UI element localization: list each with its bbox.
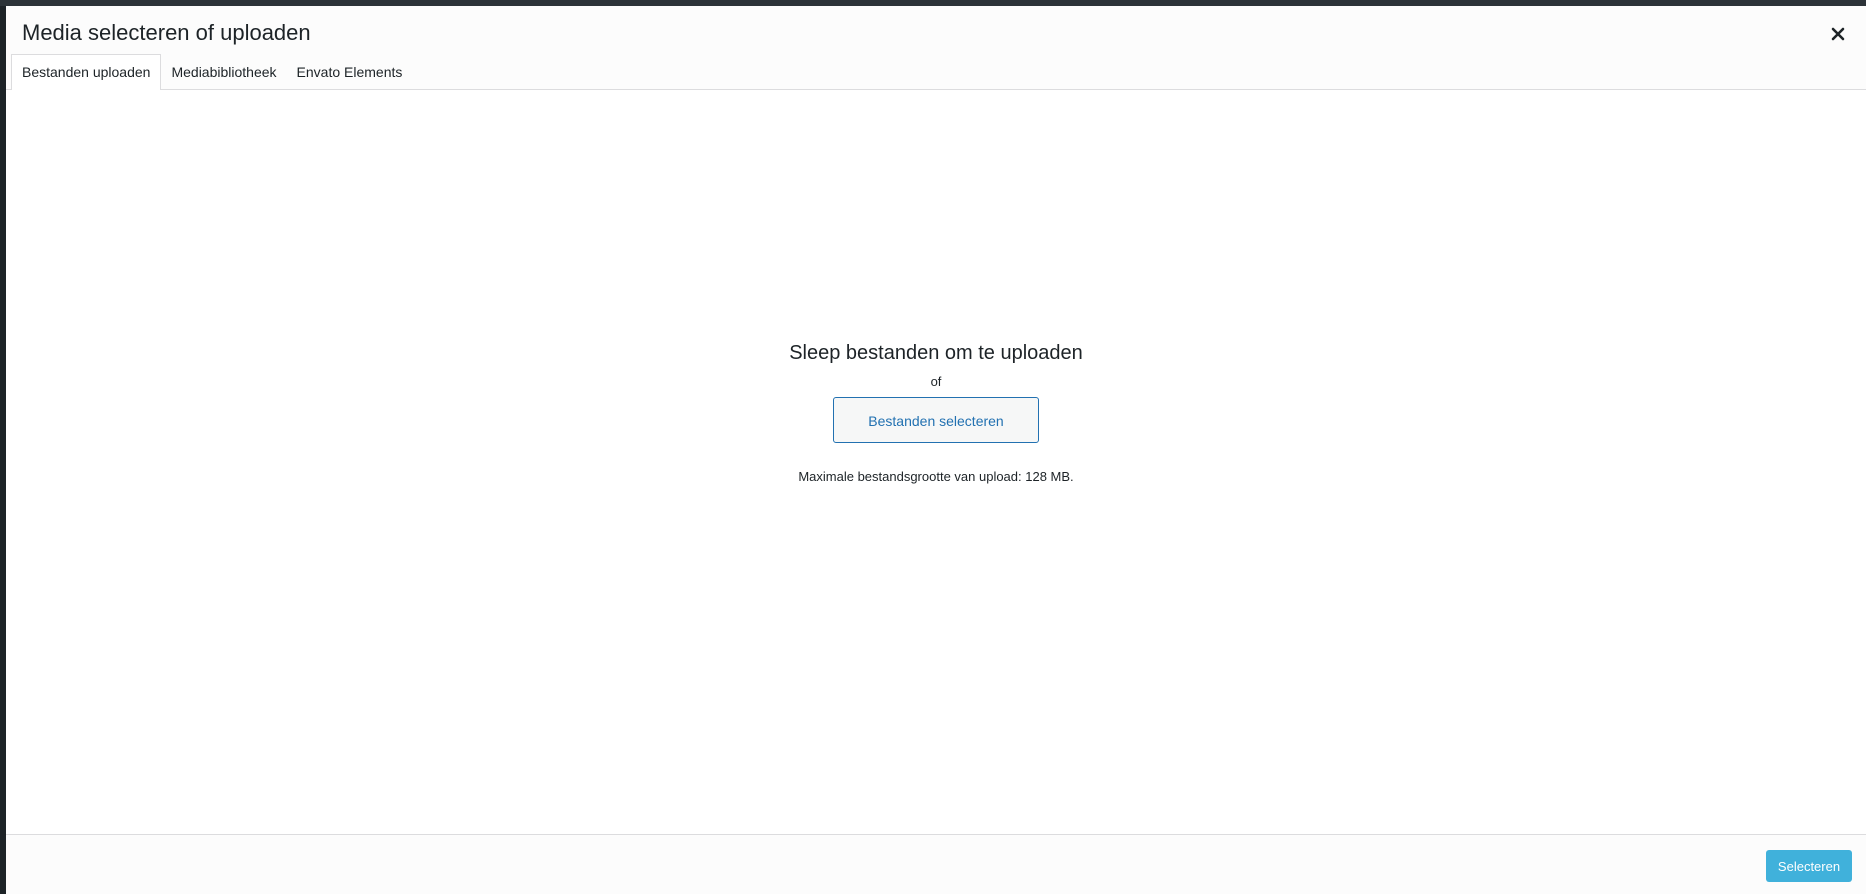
modal-title: Media selecteren of uploaden [22, 20, 311, 45]
select-files-button[interactable]: Bestanden selecteren [833, 397, 1039, 443]
upload-dropzone: Sleep bestanden om te uploaden of Bestan… [6, 340, 1866, 485]
close-icon [1831, 27, 1845, 41]
modal-footer: Selecteren [6, 834, 1866, 894]
drop-instructions: Sleep bestanden om te uploaden [789, 342, 1083, 364]
tab-upload-files[interactable]: Bestanden uploaden [11, 54, 162, 91]
modal-header: Media selecteren of uploaden Bestanden u… [6, 6, 1866, 91]
upload-area[interactable]: Sleep bestanden om te uploaden of Bestan… [6, 90, 1866, 834]
or-separator: of [930, 374, 942, 389]
modal-tabs: Bestanden uploaden Mediabibliotheek Enva… [11, 54, 413, 91]
select-button[interactable]: Selecteren [1766, 850, 1852, 882]
tab-media-library[interactable]: Mediabibliotheek [161, 55, 286, 90]
media-modal: Media selecteren of uploaden Bestanden u… [6, 6, 1866, 894]
max-upload-size: Maximale bestandsgrootte van upload: 128… [798, 469, 1074, 484]
tab-envato-elements[interactable]: Envato Elements [287, 55, 413, 90]
close-button[interactable] [1824, 20, 1852, 48]
